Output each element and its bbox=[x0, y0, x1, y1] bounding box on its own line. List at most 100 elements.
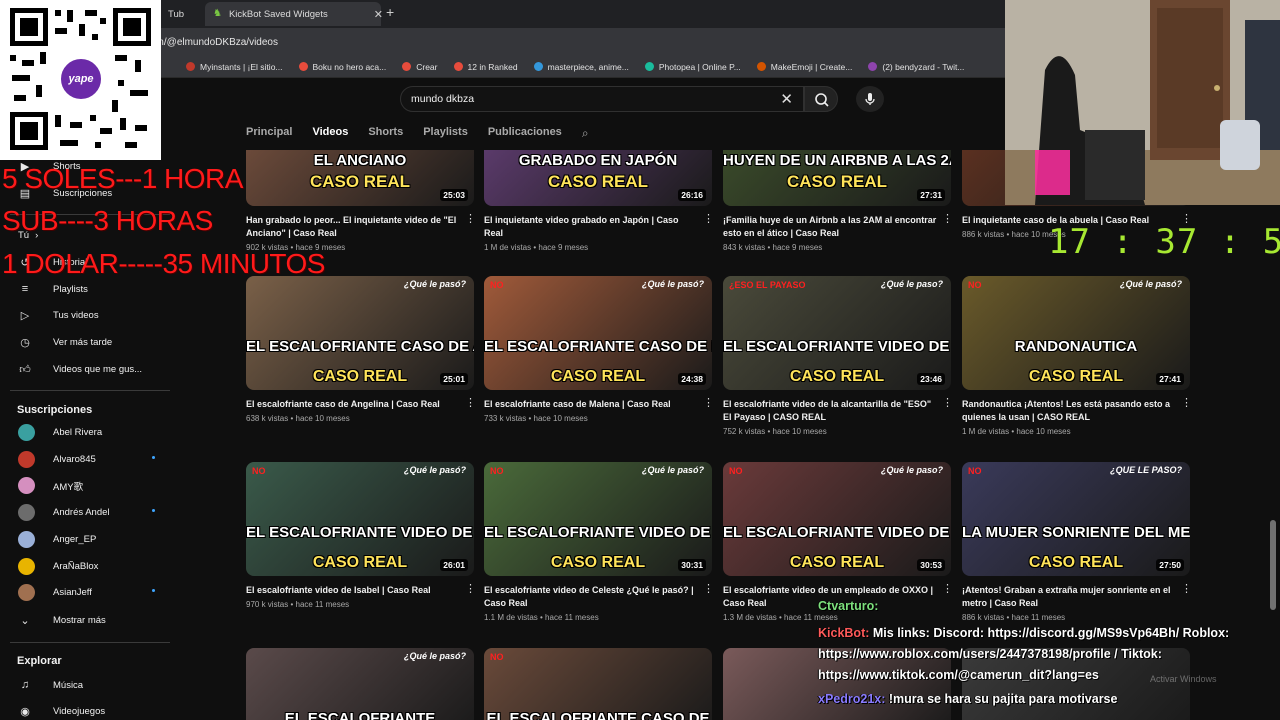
video-thumbnail[interactable]: ¿Qué le pasó? EL ESCALOFRIANTE CASO DE AN… bbox=[246, 276, 474, 390]
tab-publicaciones[interactable]: Publicaciones bbox=[488, 126, 562, 146]
more-options-icon[interactable]: ⋮ bbox=[703, 396, 714, 409]
search-button[interactable] bbox=[804, 86, 838, 112]
video-title[interactable]: El escalofriante video de Isabel | Caso … bbox=[246, 584, 461, 597]
video-title[interactable]: El escalofriante video de la alcantarill… bbox=[723, 398, 938, 424]
close-icon[interactable]: ✕ bbox=[780, 90, 793, 108]
bookmark-item[interactable]: 12 in Ranked bbox=[453, 62, 518, 72]
sidebar-item-liked-videos[interactable]: 👍︎ Videos que me gus... bbox=[18, 362, 142, 376]
subscription-item[interactable]: Anger_EP bbox=[18, 530, 153, 548]
thumbnail-badge: ¿Qué le paso? bbox=[880, 279, 943, 289]
close-tab-icon[interactable]: ✕ bbox=[374, 8, 383, 21]
tab-videos[interactable]: Videos bbox=[312, 126, 348, 146]
subscription-item[interactable]: AraÑaBlox bbox=[18, 557, 153, 575]
browser-tab-active[interactable]: ♞ KickBot Saved Widgets ✕ bbox=[205, 2, 383, 26]
thumbnail-tag: NO bbox=[252, 466, 266, 476]
bookmark-favicon-icon bbox=[402, 62, 412, 71]
thumbs-up-icon: 👍︎ bbox=[19, 363, 31, 376]
video-thumbnail[interactable]: HUYEN DE UN AIRBNB A LAS 2AM CASO REAL 27:… bbox=[723, 150, 951, 206]
more-options-icon[interactable]: ⋮ bbox=[465, 212, 476, 225]
video-title[interactable]: Han grabado lo peor... El inquietante vi… bbox=[246, 214, 461, 240]
subscription-item[interactable]: AMY歌 bbox=[18, 477, 153, 495]
subscription-item[interactable]: Abel Rivera bbox=[18, 424, 153, 441]
video-thumbnail[interactable]: ¿Qué le pasó? NO EL ESCALOFRIANTE VIDEO DE… bbox=[484, 462, 712, 576]
thumbnail-tag: NO bbox=[729, 466, 743, 476]
video-title[interactable]: El inquietante video grabado en Japón | … bbox=[484, 214, 699, 240]
voice-search-button[interactable] bbox=[856, 86, 884, 112]
video-thumbnail[interactable]: EL ANCIANO CASO REAL 25:03 bbox=[246, 150, 474, 206]
video-card[interactable]: ¿Qué le pasó? EL ESCALOFRIANTE CASO DE AN… bbox=[246, 276, 476, 423]
tab-shorts[interactable]: Shorts bbox=[368, 126, 403, 146]
video-thumbnail[interactable]: ¿Qué le paso? ¿ESO EL PAYASO EL ESCALOFRIA… bbox=[723, 276, 951, 390]
bookmark-item[interactable]: Crear bbox=[402, 62, 438, 72]
thumbnail-text: LA MUJER SONRIENTE DEL METRO DE LA CDMX bbox=[962, 524, 1190, 541]
browser-tab[interactable]: Tub bbox=[160, 2, 200, 26]
subscription-label: AraÑaBlox bbox=[53, 560, 99, 572]
sidebar-item-music[interactable]: ♫ Música bbox=[18, 678, 83, 692]
video-thumbnail[interactable]: NO EL ESCALOFRIANTE CASO DE bbox=[484, 648, 712, 720]
playlist-icon: ≡ bbox=[21, 283, 29, 295]
bookmark-item[interactable]: masterpiece, anime... bbox=[533, 62, 629, 72]
video-card[interactable]: EL ANCIANO CASO REAL 25:03 Han grabado lo p… bbox=[246, 150, 476, 252]
thumbnail-text: EL ESCALOFRIANTE CASO DE MALENA bbox=[484, 338, 712, 355]
video-card[interactable]: ¿Qué le pasó? NO EL ESCALOFRIANTE VIDEO DE… bbox=[246, 462, 476, 609]
thumbnail-text: HUYEN DE UN AIRBNB A LAS 2AM bbox=[723, 152, 951, 169]
subscription-item[interactable]: Andrés Andel bbox=[18, 504, 155, 522]
bookmark-item[interactable]: Myinstants | ¡El sitio... bbox=[186, 62, 283, 72]
video-card[interactable]: ¿Qué le paso? ¿ESO EL PAYASO EL ESCALOFRIA… bbox=[723, 276, 953, 436]
url-text[interactable]: om/@elmundoDKBza/videos bbox=[150, 37, 278, 48]
more-options-icon[interactable]: ⋮ bbox=[465, 582, 476, 595]
more-options-icon[interactable]: ⋮ bbox=[942, 396, 953, 409]
video-thumbnail[interactable]: GRABADO EN JAPÓN CASO REAL 26:16 bbox=[484, 150, 712, 206]
video-title[interactable]: El escalofriante caso de Angelina | Caso… bbox=[246, 398, 461, 411]
more-options-icon[interactable]: ⋮ bbox=[942, 212, 953, 225]
sidebar-item-watch-later[interactable]: ◷ Ver más tarde bbox=[18, 335, 112, 349]
bookmark-item[interactable]: Photopea | Online P... bbox=[644, 62, 741, 72]
more-options-icon[interactable]: ⋮ bbox=[703, 212, 714, 225]
video-thumbnail[interactable]: ¿Qué le pasó? EL ESCALOFRIANTE bbox=[246, 648, 474, 720]
more-options-icon[interactable]: ⋮ bbox=[465, 396, 476, 409]
subscription-item[interactable]: AsianJeff bbox=[18, 584, 155, 602]
sidebar-item-playlists[interactable]: ≡ Playlists bbox=[18, 282, 88, 296]
thumbnail-text: EL ESCALOFRIANTE CASO DE bbox=[486, 710, 710, 720]
sidebar-item-your-videos[interactable]: ▷ Tus videos bbox=[18, 308, 99, 322]
more-options-icon[interactable]: ⋮ bbox=[1181, 396, 1192, 409]
webcam-image bbox=[1005, 0, 1280, 205]
subscription-item[interactable]: Alvaro845 bbox=[18, 450, 155, 468]
video-card[interactable]: ¿Qué le pasó? NO RANDONAUTICA CASO REAL 27:4… bbox=[962, 276, 1192, 436]
new-tab-button[interactable]: + bbox=[386, 4, 394, 20]
channel-search-icon[interactable]: ⌕ bbox=[582, 126, 589, 146]
search-input[interactable]: mundo dkbza ✕ bbox=[400, 86, 804, 112]
video-duration: 25:01 bbox=[440, 373, 468, 385]
video-card[interactable]: HUYEN DE UN AIRBNB A LAS 2AM CASO REAL 27:… bbox=[723, 150, 953, 252]
video-card[interactable]: NO EL ESCALOFRIANTE CASO DE bbox=[484, 648, 712, 720]
more-options-icon[interactable]: ⋮ bbox=[703, 582, 714, 595]
more-options-icon[interactable]: ⋮ bbox=[1181, 582, 1192, 595]
thumbnail-tag: ¿ESO EL PAYASO bbox=[729, 280, 806, 290]
bookmark-item[interactable]: MakeEmoji | Create... bbox=[756, 62, 852, 72]
show-more-button[interactable]: ⌄ Mostrar más bbox=[18, 613, 105, 627]
video-card[interactable]: GRABADO EN JAPÓN CASO REAL 26:16 El inquiet… bbox=[484, 150, 714, 252]
video-title[interactable]: Randonautica ¡Atentos! Les está pasando … bbox=[962, 398, 1177, 424]
video-thumbnail[interactable]: ¿Qué le paso? NO EL ESCALOFRIANTE VIDEO DE… bbox=[723, 462, 951, 576]
video-card[interactable]: ¿Qué le pasó? NO EL ESCALOFRIANTE VIDEO DE… bbox=[484, 462, 714, 622]
bookmark-favicon-icon bbox=[453, 62, 463, 71]
search-query[interactable]: mundo dkbza bbox=[411, 93, 474, 105]
thumbnail-badge: ¿Qué le pasó? bbox=[1119, 279, 1182, 289]
video-title[interactable]: El escalofriante caso de Malena | Caso R… bbox=[484, 398, 699, 411]
video-thumbnail[interactable]: ¿Qué le pasó? NO RANDONAUTICA CASO REAL 27:4… bbox=[962, 276, 1190, 390]
avatar bbox=[18, 584, 35, 602]
video-card[interactable]: ¿Qué le pasó? EL ESCALOFRIANTE bbox=[246, 648, 474, 720]
tab-playlists[interactable]: Playlists bbox=[423, 126, 468, 146]
video-card[interactable]: ¿Qué le pasó? NO EL ESCALOFRIANTE CASO DE … bbox=[484, 276, 714, 423]
bookmark-item[interactable]: (2) bendyzard - Twit... bbox=[868, 62, 964, 72]
video-title[interactable]: El escalofriante video de Celeste ¿Qué l… bbox=[484, 584, 699, 610]
more-options-icon[interactable]: ⋮ bbox=[942, 582, 953, 595]
bookmark-item[interactable]: Boku no hero aca... bbox=[298, 62, 386, 72]
video-duration: 26:16 bbox=[678, 189, 706, 201]
tab-principal[interactable]: Principal bbox=[246, 126, 292, 146]
video-title[interactable]: ¡Familia huye de un Airbnb a las 2AM al … bbox=[723, 214, 938, 240]
video-thumbnail[interactable]: ¿Qué le pasó? NO EL ESCALOFRIANTE CASO DE … bbox=[484, 276, 712, 390]
video-thumbnail[interactable]: ¿Qué le pasó? NO EL ESCALOFRIANTE VIDEO DE… bbox=[246, 462, 474, 576]
sidebar-item-gaming[interactable]: ◉ Videojuegos bbox=[18, 704, 105, 718]
video-thumbnail[interactable]: ¿QUE LE PASO? NO LA MUJER SONRIENTE DEL ME… bbox=[962, 462, 1190, 576]
